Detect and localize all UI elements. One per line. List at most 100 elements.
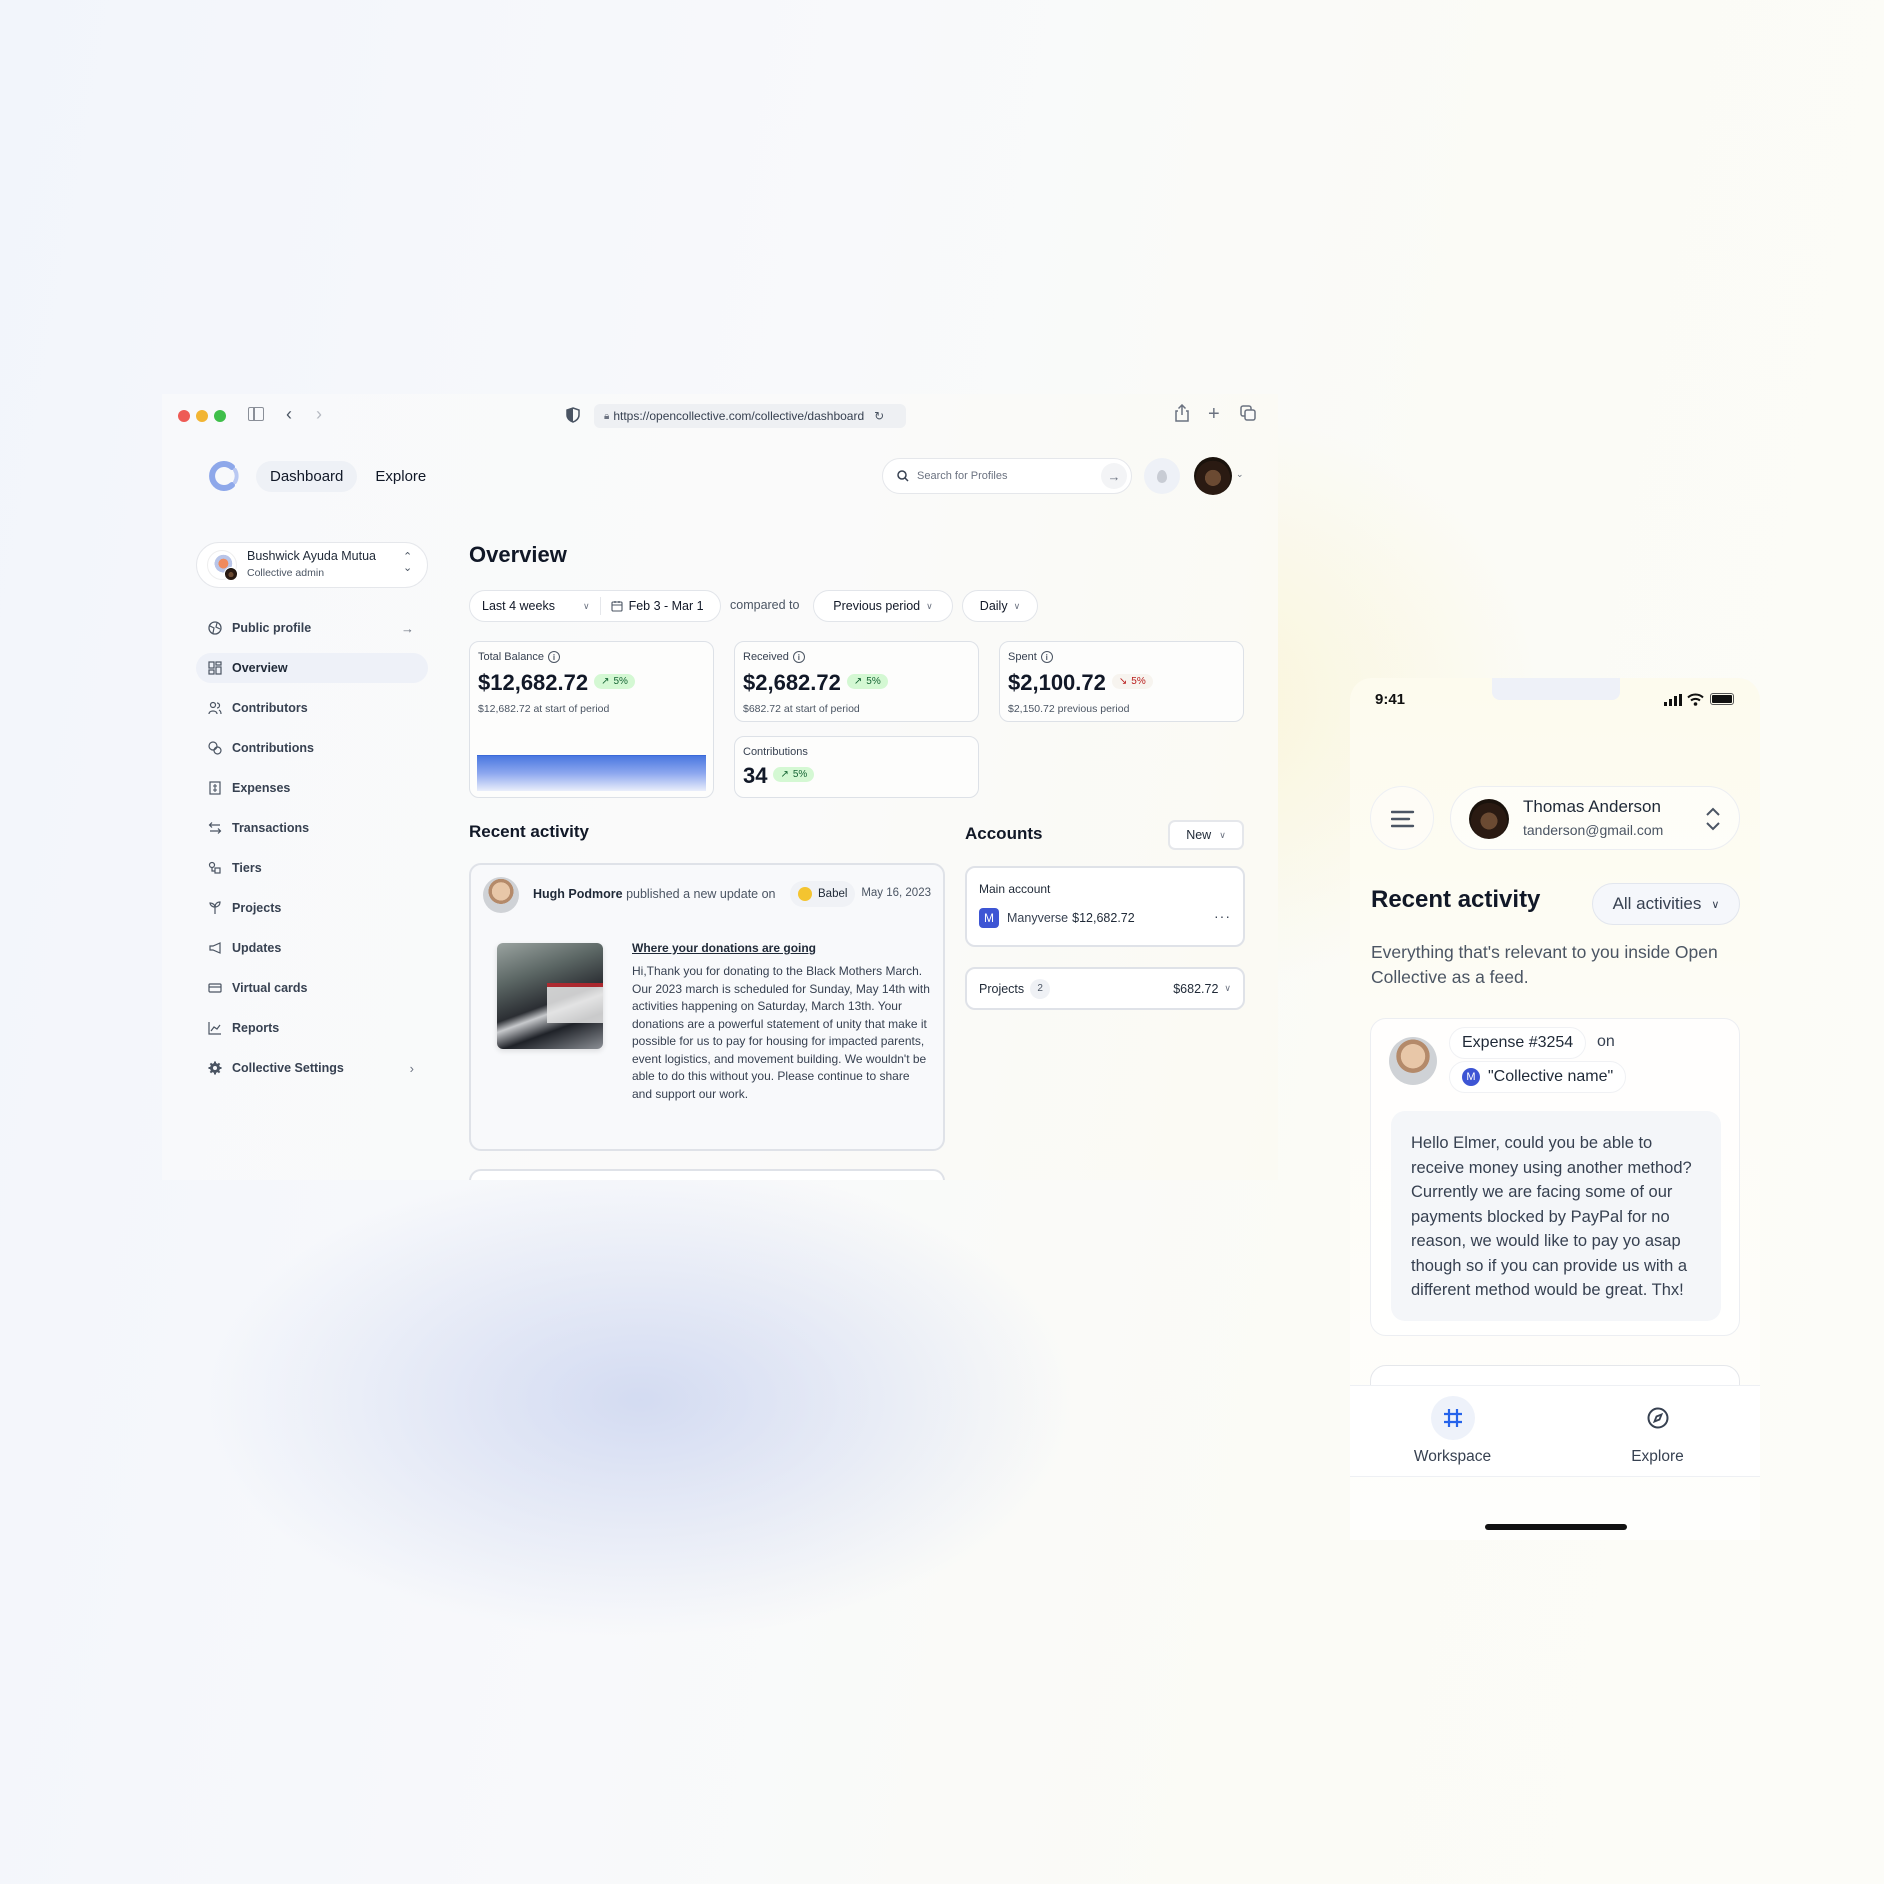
date-range-filter[interactable]: Last 4 weeks ∨ Feb 3 - Mar 1	[469, 590, 721, 622]
author-avatar[interactable]	[483, 877, 519, 913]
chevron-down-icon: ∨	[582, 600, 590, 611]
activity-item[interactable]: Expense #3254 on M "Collective name" Hel…	[1370, 1018, 1740, 1336]
nav-dashboard[interactable]: Dashboard	[256, 460, 358, 492]
sidebar-item-label: Virtual cards	[232, 981, 308, 995]
tabs-overview-icon[interactable]	[1240, 405, 1256, 421]
sidebar-item-label: Projects	[232, 901, 282, 915]
trend-up-icon: ↗	[601, 675, 610, 687]
change-badge: ↗ 5%	[773, 766, 815, 782]
new-tab-icon[interactable]: +	[1208, 404, 1220, 424]
chevron-down-icon[interactable]: ∨	[1224, 983, 1231, 994]
sidebar-item-tiers[interactable]: Tiers	[196, 853, 428, 883]
share-icon[interactable]	[1174, 404, 1190, 422]
projects-account-card[interactable]: Projects 2 $682.72 ∨	[965, 967, 1245, 1010]
tab-explore[interactable]: Explore	[1555, 1386, 1760, 1478]
switcher-updown-icon: ⌃ ⌄	[403, 551, 413, 574]
stat-subtext: $12,682.72 at start of period	[478, 703, 610, 715]
account-switcher[interactable]: Thomas Anderson tanderson@gmail.com	[1450, 786, 1740, 850]
activity-filter-select[interactable]: All activities ∨	[1592, 883, 1740, 925]
stat-card-total-balance[interactable]: Total Balance i $12,682.72 ↗ 5% $12,682.72 …	[469, 641, 714, 798]
compass-icon	[1636, 1396, 1680, 1440]
collective-chip[interactable]: M "Collective name"	[1449, 1061, 1627, 1093]
user-menu-chevron-icon[interactable]: ⌄	[1236, 470, 1244, 479]
author-name[interactable]: Hugh Podmore	[533, 887, 623, 901]
trend-up-icon: ↗	[780, 768, 789, 780]
shield-icon[interactable]	[566, 407, 580, 423]
menu-button[interactable]	[1370, 786, 1434, 850]
interval-select[interactable]: Daily ∨	[962, 590, 1038, 622]
sidebar-item-updates[interactable]: Updates	[196, 933, 428, 963]
info-icon[interactable]: i	[1040, 651, 1053, 663]
stat-subtext: $2,150.72 previous period	[1008, 703, 1130, 715]
sidebar-item-label: Contributions	[232, 741, 314, 755]
flame-icon	[1157, 469, 1167, 483]
sidebar-item-virtual-cards[interactable]: Virtual cards	[196, 973, 428, 1003]
arrows-icon	[208, 822, 222, 834]
back-icon[interactable]: ‹	[286, 405, 292, 423]
close-window-button[interactable]	[178, 410, 190, 422]
page-title: Overview	[469, 542, 567, 567]
update-image[interactable]	[497, 943, 603, 1049]
sidebar-item-expenses[interactable]: Expenses	[196, 773, 428, 803]
tab-workspace[interactable]: Workspace	[1350, 1386, 1555, 1478]
account-label: Main account	[979, 882, 1051, 896]
compared-to-label: compared to	[730, 598, 800, 612]
forward-icon[interactable]: ›	[316, 405, 322, 423]
calendar-icon	[611, 601, 623, 612]
new-account-button[interactable]: New ∨	[1168, 820, 1244, 850]
date-range-text[interactable]: Feb 3 - Mar 1	[629, 599, 704, 613]
recent-activity-heading: Recent activity	[469, 822, 589, 841]
sidebar-item-public-profile[interactable]: Public profile →	[196, 613, 428, 643]
search-input[interactable]: Search for Profiles →	[882, 458, 1132, 494]
activity-date: May 16, 2023	[861, 887, 931, 899]
address-bar[interactable]: 🔒︎ https://opencollective.com/collective…	[594, 404, 906, 428]
comparison-select[interactable]: Previous period ∨	[813, 590, 953, 622]
stat-card-contributions[interactable]: Contributions 34 ↗ 5%	[734, 736, 979, 798]
hash-icon	[1430, 1396, 1475, 1440]
sidebar-item-label: Updates	[232, 941, 282, 955]
activity-item[interactable]	[469, 1169, 945, 1180]
stat-card-spent[interactable]: Spent i $2,100.72 ↘ 5% $2,150.72 previous p…	[999, 641, 1244, 722]
collective-chip[interactable]: Babel	[790, 881, 856, 907]
notifications-button[interactable]	[1144, 458, 1180, 494]
sidebar-item-reports[interactable]: Reports	[196, 1013, 428, 1043]
info-icon[interactable]: i	[792, 651, 805, 663]
activity-action: published a new update on	[626, 887, 776, 901]
user-email: tanderson@gmail.com	[1523, 822, 1664, 838]
sidebar-item-collective-settings[interactable]: Collective Settings ›	[196, 1053, 428, 1083]
sprout-icon	[209, 901, 221, 914]
sidebar-item-overview[interactable]: Overview	[196, 653, 428, 683]
nav-explore[interactable]: Explore	[361, 461, 440, 492]
trend-up-icon: ↗	[853, 675, 863, 687]
interval-value: Daily	[979, 599, 1008, 613]
sidebar-item-contributions[interactable]: Contributions	[196, 733, 428, 763]
on-label: on	[1597, 1033, 1615, 1050]
main-account-card[interactable]: Main account M Manyverse $12,682.72 ···	[965, 866, 1245, 947]
chevron-down-icon: ∨	[926, 600, 933, 611]
user-avatar[interactable]	[1194, 457, 1232, 495]
stat-card-received[interactable]: Received i $2,682.72 ↗ 5% $682.72 at start …	[734, 641, 979, 722]
expense-chip[interactable]: Expense #3254	[1449, 1027, 1587, 1059]
sidebar-item-projects[interactable]: Projects	[196, 893, 428, 923]
sidebar-item-contributors[interactable]: Contributors	[196, 693, 428, 723]
maximize-window-button[interactable]	[214, 410, 226, 422]
range-select[interactable]: Last 4 weeks	[482, 599, 555, 613]
more-options-icon[interactable]: ···	[1214, 908, 1231, 924]
change-badge: ↗ 5%	[594, 673, 635, 689]
open-collective-logo[interactable]	[208, 460, 240, 492]
minimize-window-button[interactable]	[196, 410, 208, 422]
user-name: Thomas Anderson	[1523, 797, 1661, 816]
reload-icon[interactable]: ↻	[874, 409, 884, 423]
info-icon[interactable]: i	[548, 651, 561, 663]
sidebar-toggle-icon[interactable]	[248, 407, 264, 421]
expense-label: Expense #3254	[1462, 1034, 1574, 1051]
sidebar-item-transactions[interactable]: Transactions	[196, 813, 428, 843]
home-indicator	[1485, 1524, 1627, 1530]
activity-item[interactable]: Hugh Podmore published a new update on B…	[469, 863, 945, 1151]
search-submit-arrow-icon[interactable]: →	[1101, 463, 1127, 489]
tab-label: Workspace	[1413, 1448, 1492, 1465]
coins-icon	[208, 741, 222, 755]
update-title-link[interactable]: Where your donations are going	[632, 941, 816, 955]
projects-label: Projects	[979, 981, 1025, 996]
collective-switcher[interactable]: Bushwick Ayuda Mutua Collective admin ⌃ ⌄	[196, 542, 428, 588]
